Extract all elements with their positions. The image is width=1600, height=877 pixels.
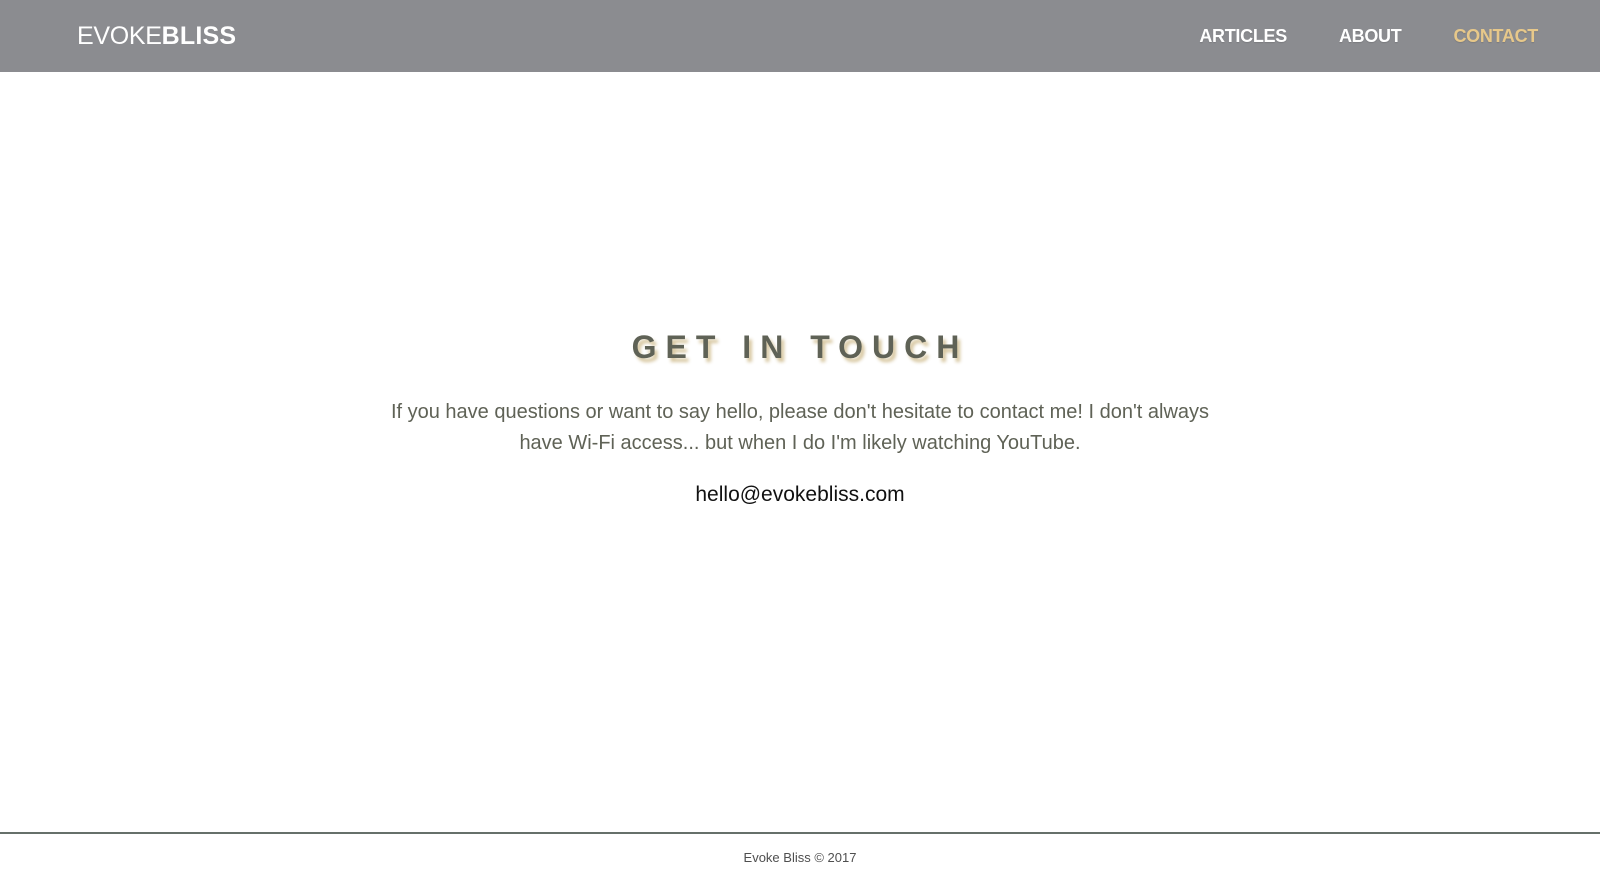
- page: EVOKEBLISS ARTICLES ABOUT CONTACT GET IN…: [0, 0, 1600, 877]
- logo-bliss-text: BLISS: [161, 22, 237, 50]
- logo-evoke-text: EVOKE: [77, 22, 162, 50]
- nav-link-contact[interactable]: CONTACT: [1453, 26, 1538, 47]
- site-footer: Evoke Bliss © 2017: [0, 849, 1600, 867]
- footer-copyright-text: Evoke Bliss © 2017: [743, 850, 857, 865]
- contact-email-link[interactable]: hello@evokebliss.com: [0, 480, 1600, 510]
- nav-link-articles[interactable]: ARTICLES: [1199, 26, 1287, 47]
- contact-main-content: GET IN TOUCH If you have questions or wa…: [0, 72, 1600, 832]
- main-navigation: ARTICLES ABOUT CONTACT: [1147, 22, 1538, 50]
- get-in-touch-heading: GET IN TOUCH: [631, 329, 969, 365]
- contact-intro-text: If you have questions or want to say hel…: [390, 401, 1210, 454]
- top-navigation-bar: EVOKEBLISS ARTICLES ABOUT CONTACT: [0, 0, 1600, 72]
- site-logo-link[interactable]: EVOKEBLISS: [77, 20, 236, 52]
- footer-divider: [0, 832, 1600, 834]
- nav-link-about[interactable]: ABOUT: [1339, 26, 1402, 47]
